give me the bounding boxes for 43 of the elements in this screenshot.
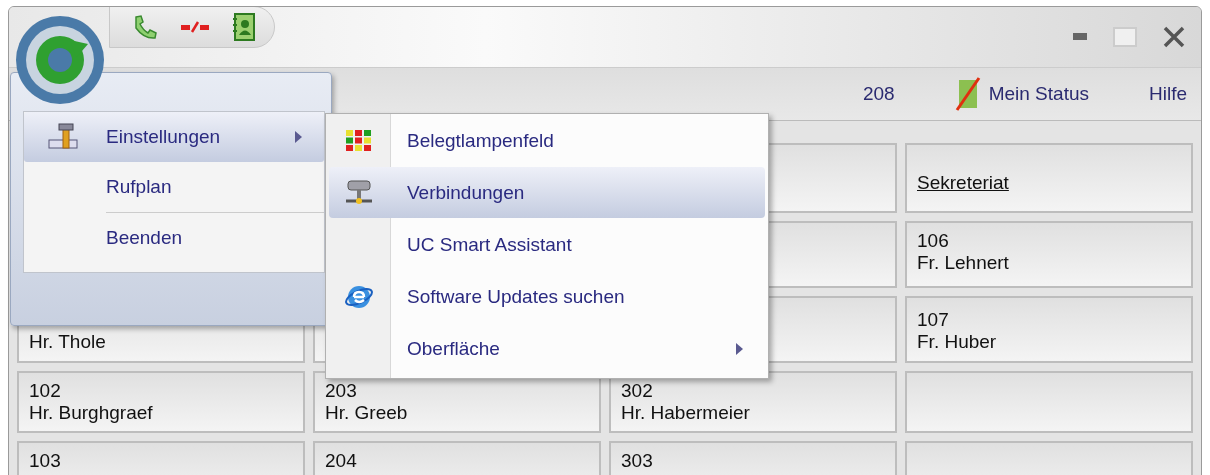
contact-tile[interactable]: 303 — [609, 441, 897, 475]
contact-tile[interactable]: 204 — [313, 441, 601, 475]
contact-tile[interactable]: 302 Hr. Habermeier — [609, 371, 897, 433]
help-menu[interactable]: Hilfe — [1149, 83, 1187, 105]
contact-tile[interactable]: 106 Fr. Lehnert — [905, 221, 1193, 288]
contact-tile[interactable]: Sekreteriat — [905, 143, 1193, 213]
extension-number: 204 — [325, 450, 358, 472]
menu-item[interactable]: UC Smart Assistant — [329, 219, 765, 270]
extension-number: 303 — [621, 450, 654, 472]
menu-item[interactable]: Oberfläche — [329, 323, 765, 374]
extension-number: 208 — [862, 83, 895, 105]
contact-name: Fr. Huber — [917, 331, 998, 353]
contact-name: Fr. Lehnert — [917, 252, 1010, 274]
my-status-menu[interactable]: Mein Status — [988, 83, 1089, 105]
menu-item[interactable]: Beenden — [24, 213, 324, 263]
contact-name: Hr. Burghgraef — [29, 402, 154, 424]
status-icon[interactable] — [954, 77, 981, 111]
empty-tile[interactable] — [905, 371, 1193, 433]
menu-item[interactable]: Software Updates suchen — [329, 271, 765, 322]
menu-item[interactable]: Verbindungen — [329, 167, 765, 218]
contact-tile[interactable]: 103 — [17, 441, 305, 475]
network-icon — [344, 178, 374, 207]
extension-number: 302 — [621, 380, 654, 402]
minimize-icon[interactable] — [1073, 33, 1087, 41]
group-label: Sekreteriat — [917, 171, 1010, 194]
extension-number: 106 — [917, 230, 950, 252]
extension-number: 203 — [325, 380, 358, 402]
extension-number: 102 — [29, 380, 62, 402]
extension-number: 107 — [917, 309, 950, 331]
extension-number: 103 — [29, 450, 62, 472]
contact-name: Hr. Greeb — [325, 402, 409, 424]
lamp-grid-icon — [346, 129, 372, 152]
phone-icon[interactable] — [132, 14, 158, 40]
menu-item[interactable]: Einstellungen — [24, 112, 324, 162]
contact-name: Hr. Habermeier — [621, 402, 751, 424]
address-book-icon[interactable] — [232, 13, 256, 41]
app-orb-icon[interactable] — [14, 14, 106, 106]
menu-item[interactable]: Belegtlampenfeld — [329, 115, 765, 166]
close-icon[interactable] — [1163, 26, 1185, 48]
contact-tile[interactable]: 107 Fr. Huber — [905, 296, 1193, 363]
menu-item[interactable]: Rufplan — [24, 162, 324, 212]
contact-name: Hr. Thole — [29, 331, 107, 353]
contact-tile[interactable]: 102 Hr. Burghgraef — [17, 371, 305, 433]
